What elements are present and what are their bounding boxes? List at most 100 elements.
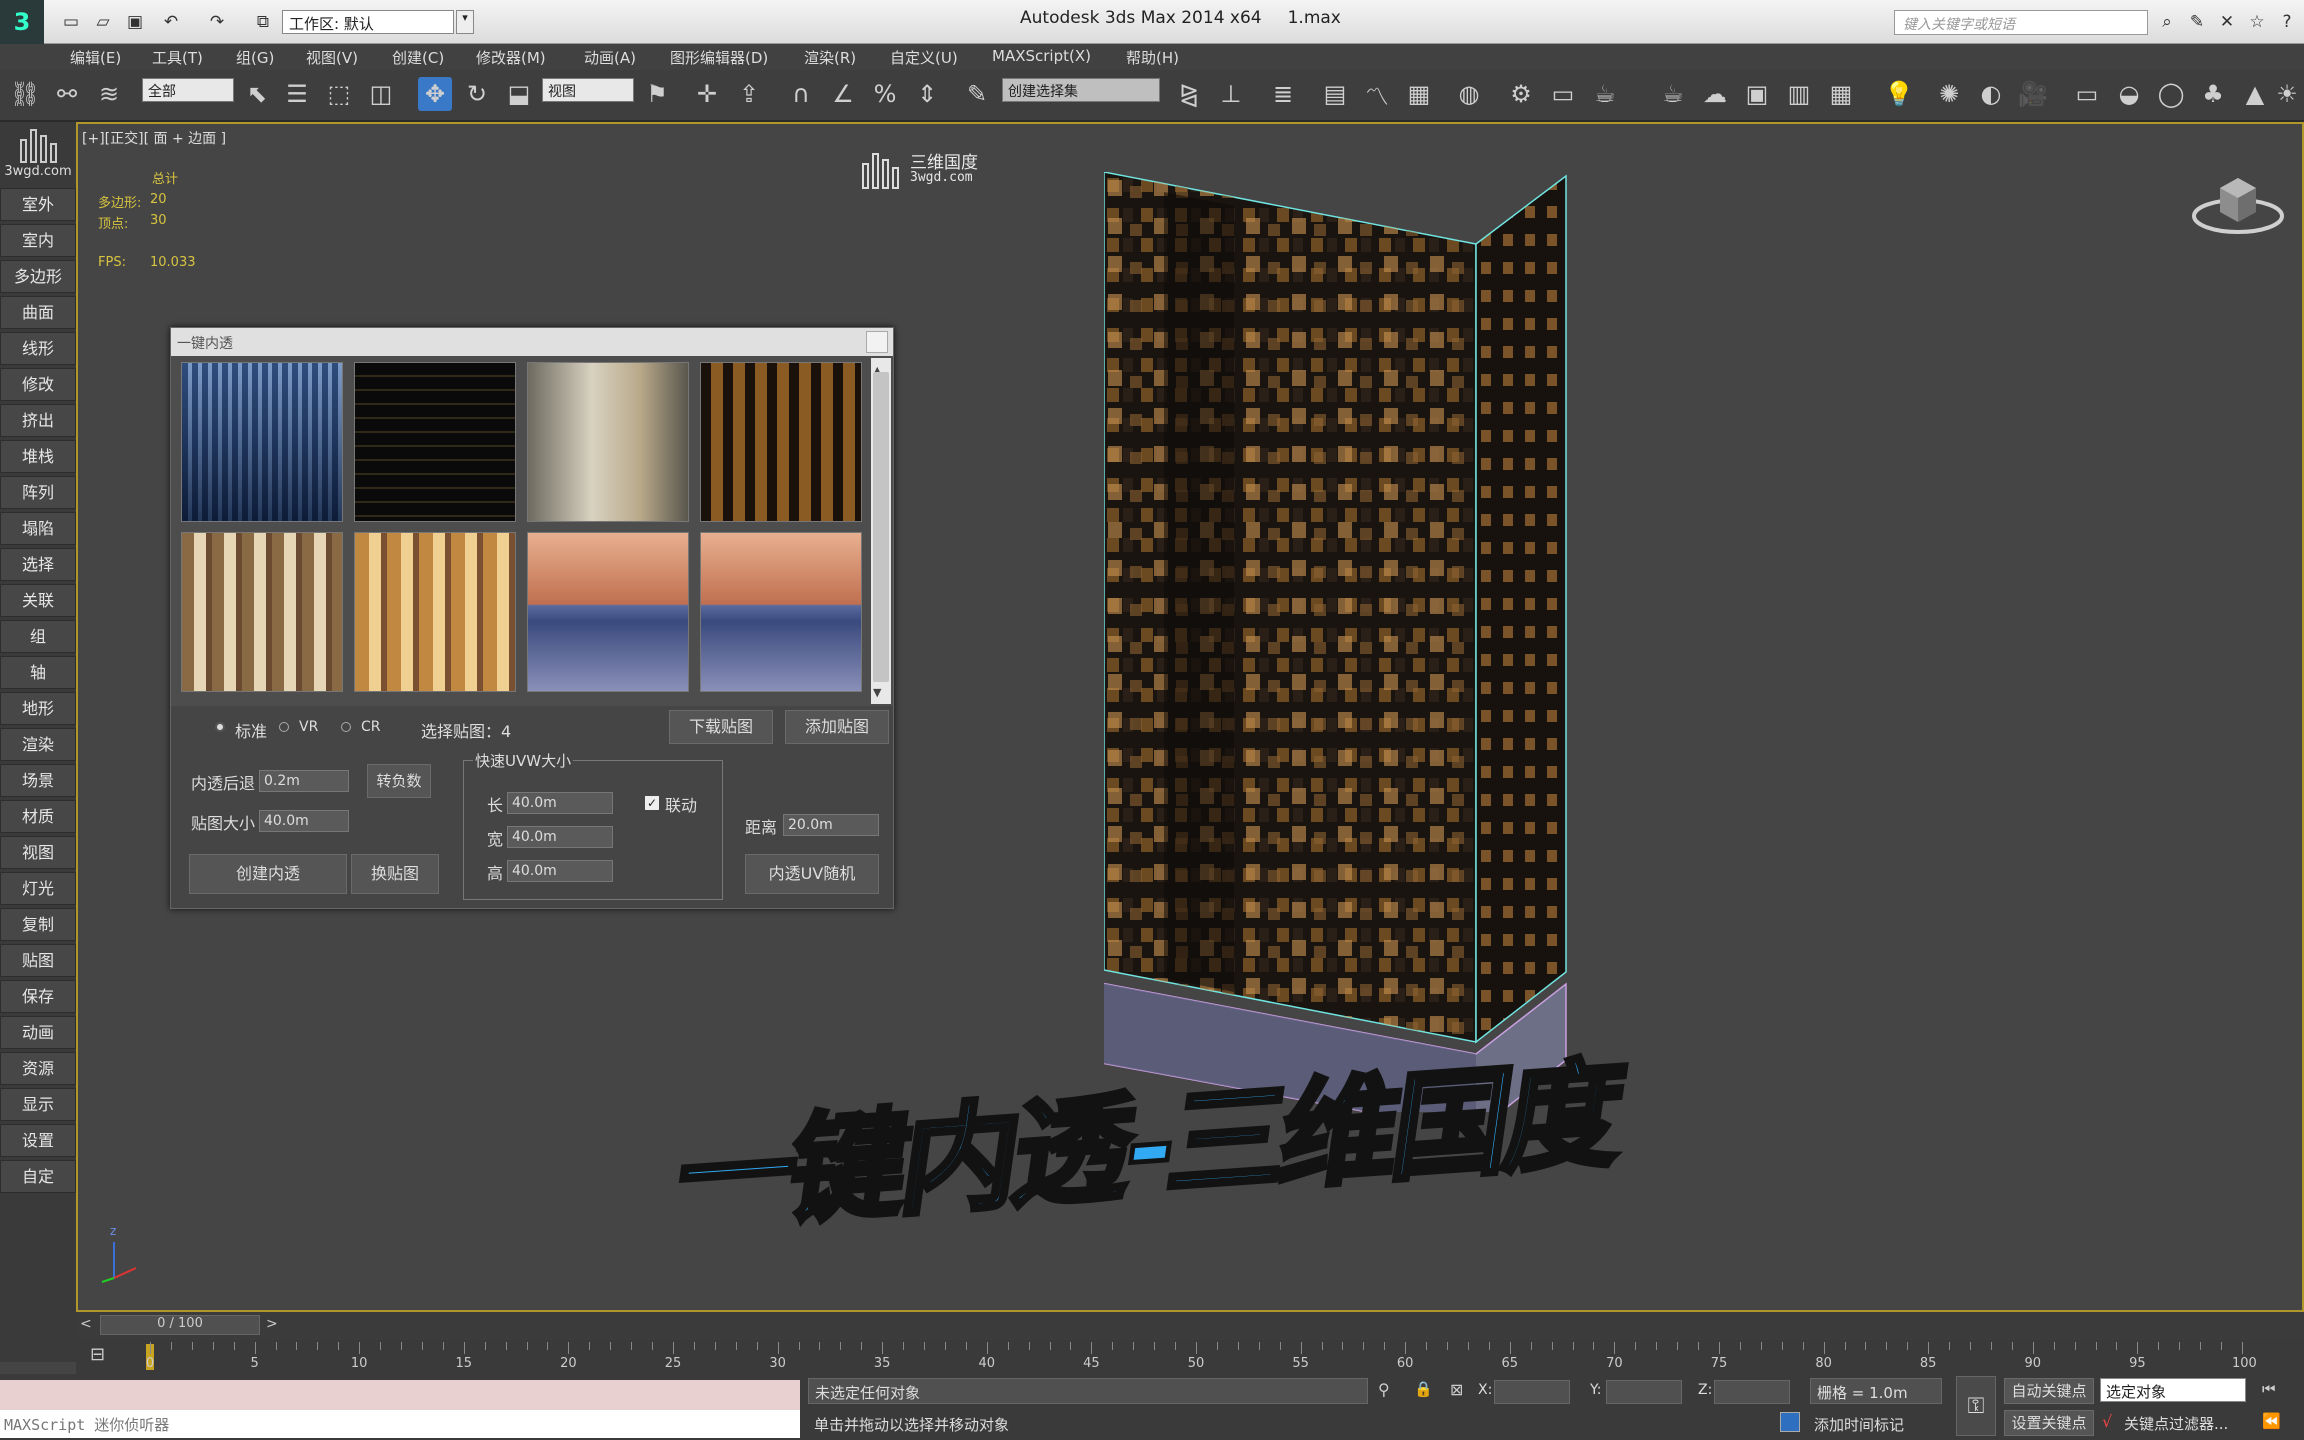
menu-edit[interactable]: 编辑(E): [70, 47, 121, 68]
menu-tools[interactable]: 工具(T): [152, 47, 203, 68]
unlink-icon[interactable]: ⚯: [50, 77, 84, 111]
window-crossing-icon[interactable]: ◫: [364, 77, 398, 111]
select-by-name-icon[interactable]: ☰: [280, 77, 314, 111]
time-next-icon[interactable]: >: [266, 1316, 278, 1332]
vray-options-icon[interactable]: ▥: [1782, 77, 1816, 111]
key-filters-button[interactable]: 关键点过滤器...: [2124, 1413, 2228, 1434]
vfb-icon[interactable]: ▣: [1740, 77, 1774, 111]
viewcube-icon[interactable]: [2190, 168, 2286, 240]
schematic-view-icon[interactable]: ▦: [1402, 77, 1436, 111]
auto-key-button[interactable]: 自动关键点: [2004, 1378, 2094, 1404]
vray-camera-icon[interactable]: 🎥: [2016, 77, 2050, 111]
cloud-icon[interactable]: ☁: [1698, 77, 1732, 111]
texture-thumb-lobby[interactable]: [527, 362, 689, 522]
align-icon[interactable]: ⊥: [1214, 77, 1248, 111]
uvw-width-input[interactable]: 40.0m: [507, 826, 613, 848]
maxscript-mini-listener[interactable]: MAXScript 迷你侦听器: [0, 1410, 800, 1438]
link-icon[interactable]: ⛓: [8, 77, 42, 111]
texture-thumb-shops-b[interactable]: [354, 532, 516, 692]
material-editor-icon[interactable]: ◍: [1452, 77, 1486, 111]
vray-table-icon[interactable]: ▦: [1824, 77, 1858, 111]
create-interior-button[interactable]: 创建内透: [189, 854, 347, 894]
left-tool-26[interactable]: 设置: [0, 1124, 76, 1157]
vray-sun-light-icon[interactable]: ☀: [2270, 77, 2304, 111]
binoculars-icon[interactable]: ⌕: [2156, 11, 2178, 33]
add-maps-button[interactable]: 添加贴图: [785, 710, 889, 744]
viewport-label[interactable]: [+][正交][ 面 + 边面 ]: [82, 128, 226, 148]
menu-modifiers[interactable]: 修改器(M): [476, 47, 546, 68]
scroll-thumb[interactable]: [873, 372, 889, 682]
distance-input[interactable]: 20.0m: [783, 814, 879, 836]
uv-random-button[interactable]: 内透UV随机: [745, 854, 879, 894]
left-tool-5[interactable]: 修改: [0, 368, 76, 401]
left-tool-1[interactable]: 室内: [0, 224, 76, 257]
uvw-length-input[interactable]: 40.0m: [507, 792, 613, 814]
texture-thumb-office-day[interactable]: [181, 362, 343, 522]
left-tool-20[interactable]: 复制: [0, 908, 76, 941]
menu-views[interactable]: 视图(V): [306, 47, 358, 68]
curve-editor-mini-icon[interactable]: ⊟: [90, 1344, 105, 1365]
edit-named-sel-icon[interactable]: ✎: [960, 77, 994, 111]
link-checkbox[interactable]: ✓: [645, 796, 659, 810]
to-negative-button[interactable]: 转负数: [367, 764, 431, 798]
spinner-snap-icon[interactable]: ⇕: [910, 77, 944, 111]
left-tool-19[interactable]: 灯光: [0, 872, 76, 905]
left-tool-18[interactable]: 视图: [0, 836, 76, 869]
scroll-down-icon[interactable]: ▼: [873, 686, 881, 699]
frame-indicator[interactable]: 0 / 100: [100, 1315, 260, 1335]
menu-rendering[interactable]: 渲染(R): [804, 47, 856, 68]
render-setup-icon[interactable]: ⚙: [1504, 77, 1538, 111]
rotate-icon[interactable]: ↻: [460, 77, 494, 111]
texture-thumb-shops-a[interactable]: [181, 532, 343, 692]
vray-mesh-icon[interactable]: ▲: [2238, 77, 2272, 111]
vray-light-icon[interactable]: ✺: [1932, 77, 1966, 111]
workspace-dropdown-arrow-icon[interactable]: ▾: [456, 10, 474, 34]
left-tool-11[interactable]: 关联: [0, 584, 76, 617]
scale-icon[interactable]: ⬓: [502, 77, 536, 111]
radio-vr[interactable]: [279, 722, 289, 732]
layer-manager-icon[interactable]: ≣: [1266, 77, 1300, 111]
left-tool-16[interactable]: 场景: [0, 764, 76, 797]
bind-spacewarp-icon[interactable]: ≋: [92, 77, 126, 111]
menu-group[interactable]: 组(G): [236, 47, 274, 68]
left-tool-0[interactable]: 室外: [0, 188, 76, 221]
set-key-button[interactable]: 设置关键点: [2004, 1410, 2094, 1436]
add-time-tag-icon[interactable]: [1780, 1412, 1800, 1432]
map-size-input[interactable]: 40.0m: [259, 810, 349, 832]
render-frame-icon[interactable]: ▭: [1546, 77, 1580, 111]
left-tool-2[interactable]: 多边形: [0, 260, 76, 293]
ref-coord-dropdown[interactable]: 视图: [542, 78, 634, 102]
favorites-icon[interactable]: ☆: [2246, 11, 2268, 33]
selection-filter-dropdown[interactable]: 全部: [142, 78, 234, 102]
move-icon[interactable]: ✥: [418, 77, 452, 111]
left-tool-6[interactable]: 挤出: [0, 404, 76, 437]
left-tool-15[interactable]: 渲染: [0, 728, 76, 761]
vray-sun-icon[interactable]: ◐: [1974, 77, 2008, 111]
lock-icon[interactable]: 🔒: [1414, 1380, 1433, 1398]
open-file-icon[interactable]: ▱: [92, 11, 114, 33]
y-coord-input[interactable]: [1606, 1380, 1682, 1404]
radio-cr[interactable]: [341, 722, 351, 732]
absolute-mode-icon[interactable]: ⊠: [1450, 1380, 1463, 1399]
goto-start-icon[interactable]: ⏮: [2262, 1380, 2276, 1398]
select-object-icon[interactable]: ⬉: [240, 77, 274, 111]
exchange-icon[interactable]: ✕: [2216, 11, 2238, 33]
left-tool-13[interactable]: 轴: [0, 656, 76, 689]
texture-thumb-night-windows[interactable]: [354, 362, 516, 522]
help-icon[interactable]: ?: [2276, 11, 2298, 33]
app-menu-button[interactable]: 3: [0, 0, 44, 44]
offset-input[interactable]: 0.2m: [259, 770, 349, 792]
left-tool-14[interactable]: 地形: [0, 692, 76, 725]
building-svg[interactable]: [1095, 171, 1584, 1133]
viewcube[interactable]: [2190, 168, 2286, 240]
download-maps-button[interactable]: 下载贴图: [669, 710, 773, 744]
left-tool-17[interactable]: 材质: [0, 800, 76, 833]
key-selection-dropdown[interactable]: 选定对象: [2100, 1378, 2246, 1402]
time-prev-icon[interactable]: <: [80, 1316, 92, 1332]
project-folder-icon[interactable]: ⧉: [252, 11, 274, 33]
left-tool-27[interactable]: 自定: [0, 1160, 76, 1193]
left-tool-21[interactable]: 贴图: [0, 944, 76, 977]
vray-proxy-icon[interactable]: ♣: [2196, 77, 2230, 111]
redo-icon[interactable]: ↷: [206, 11, 228, 33]
snap-toggle-icon[interactable]: ∩: [784, 77, 818, 111]
